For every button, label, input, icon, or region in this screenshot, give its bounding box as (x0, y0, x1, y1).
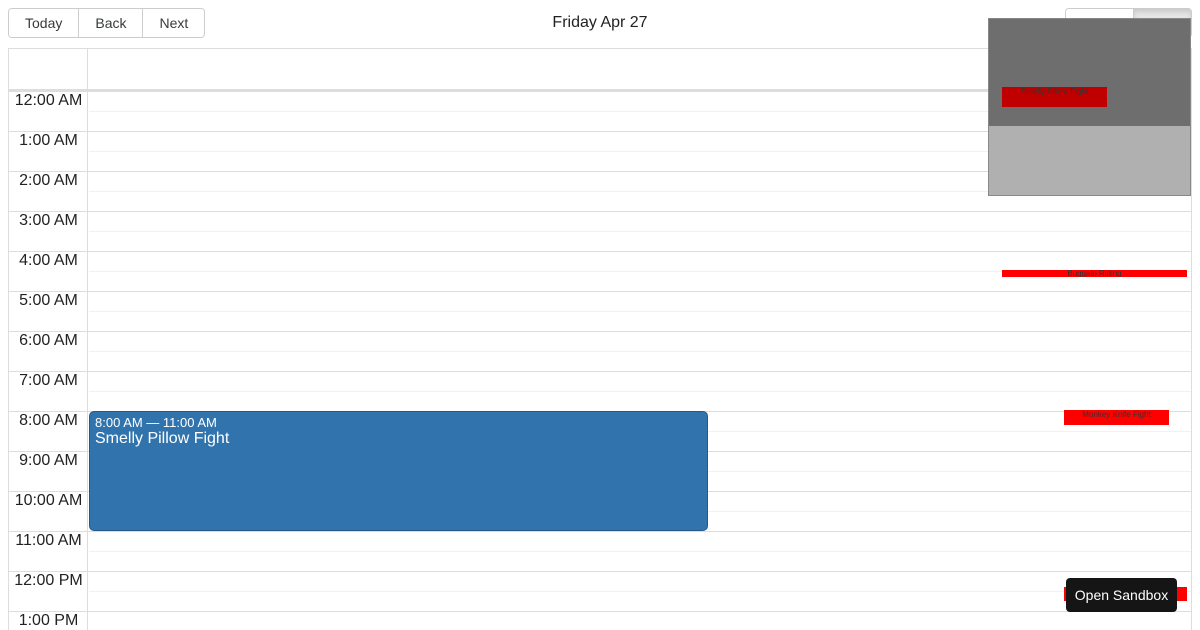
hour-line (9, 331, 1191, 332)
minimap-event: Monkey Knife Fight (1064, 410, 1169, 425)
time-slot-label: 11:00 AM (15, 532, 82, 549)
half-hour-line (89, 551, 1191, 552)
event-title: Smelly Pillow Fight (95, 430, 230, 447)
today-button[interactable]: Today (9, 9, 79, 37)
event-time: 8:00 AM — 11:00 AM (95, 415, 217, 430)
time-slot-label: 3:00 AM (19, 212, 78, 229)
minimap-viewport[interactable] (989, 19, 1190, 126)
back-button[interactable]: Back (78, 9, 143, 37)
calendar-event[interactable]: 8:00 AM — 11:00 AM Smelly Pillow Fight (89, 411, 708, 531)
navigation-button-group: Today Back Next (8, 8, 206, 38)
hour-line (9, 251, 1191, 252)
hour-line (9, 571, 1191, 572)
hour-line (9, 371, 1191, 372)
time-slot-label: 12:00 AM (14, 92, 83, 109)
time-slot-label: 2:00 AM (19, 172, 78, 189)
minimap-event: Buggalo Riding (1002, 270, 1187, 277)
half-hour-line (89, 231, 1191, 232)
time-slot-label: 8:00 AM (19, 412, 78, 429)
half-hour-line (89, 311, 1191, 312)
open-sandbox-button[interactable]: Open Sandbox (1066, 578, 1177, 612)
minimap-overlay[interactable]: Smelly Pillow Fight (988, 18, 1191, 196)
time-slot-label: 12:00 PM (14, 572, 83, 589)
time-slot-label: 9:00 AM (19, 452, 78, 469)
time-slot-label: 1:00 AM (19, 132, 78, 149)
hour-line (9, 611, 1191, 612)
hour-line (9, 291, 1191, 292)
half-hour-line (89, 391, 1191, 392)
time-slot-label: 10:00 AM (14, 492, 83, 509)
header-gutter (9, 49, 88, 91)
next-button[interactable]: Next (142, 9, 205, 37)
half-hour-line (89, 351, 1191, 352)
time-slot-label: 1:00 PM (18, 612, 79, 629)
time-slot-label: 5:00 AM (19, 292, 78, 309)
half-hour-line (89, 591, 1191, 592)
time-slot-label: 7:00 AM (19, 372, 78, 389)
minimap-event: Smelly Pillow Fight (1002, 87, 1107, 107)
time-slot-label: 6:00 AM (19, 332, 78, 349)
hour-line (9, 211, 1191, 212)
time-slot-label: 4:00 AM (19, 252, 78, 269)
hour-line (9, 531, 1191, 532)
